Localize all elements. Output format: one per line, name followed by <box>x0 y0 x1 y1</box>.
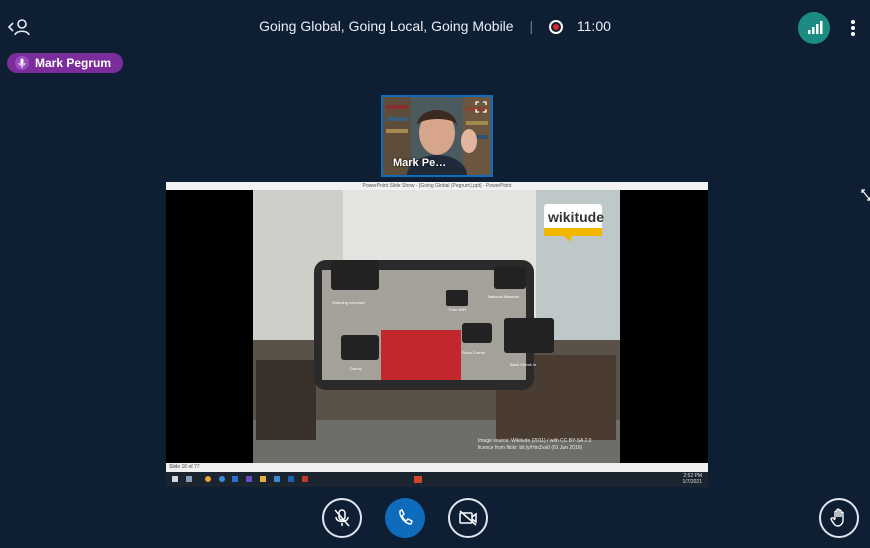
raise-hand-button[interactable] <box>819 498 859 538</box>
hand-icon <box>830 508 844 527</box>
taskbar-clock: 2:52 PM 1/7/2021 <box>683 473 702 485</box>
talker-name: Mark Pegrum <box>35 56 112 70</box>
mic-muted-icon <box>334 509 350 527</box>
taskbar-icons <box>172 476 422 483</box>
meeting-header: Going Global, Going Local, Going Mobile … <box>0 18 870 34</box>
screen-share[interactable]: PowerPoint Slide Show - [Going Global (P… <box>166 182 708 487</box>
slide-image <box>166 190 708 463</box>
caption-line-1: Image source: Wikitude (2011) / with CC … <box>478 438 592 444</box>
title-separator: | <box>529 18 534 34</box>
vertical-dots-icon <box>851 20 855 36</box>
share-camera-button[interactable] <box>448 498 488 538</box>
poi-label-3: Pizza Corner <box>462 350 486 355</box>
powerpoint-statusbar: Slide 16 of 77 <box>166 463 708 472</box>
expand-webcam-icon[interactable] <box>475 101 487 113</box>
phone-icon <box>399 509 413 525</box>
clock-date: 1/7/2021 <box>682 479 702 485</box>
fullscreen-button[interactable] <box>861 188 870 201</box>
leave-audio-button[interactable] <box>385 498 425 538</box>
windows-taskbar: 2:52 PM 1/7/2021 <box>166 472 708 487</box>
top-bar: Going Global, Going Local, Going Mobile … <box>0 0 870 56</box>
slide-counter: Slide 16 of 77 <box>169 464 200 470</box>
caption-line-2: licence from flickr: bit.ly/HmZva0 (01 J… <box>478 445 583 451</box>
connection-status-button[interactable] <box>798 12 830 44</box>
poi-label-2: Free WiFi <box>449 307 467 312</box>
mic-icon <box>15 56 29 70</box>
mute-button[interactable] <box>322 498 362 538</box>
expand-icon <box>861 189 870 201</box>
more-options-button[interactable] <box>845 14 861 42</box>
poi-label-0: Stunning overview <box>332 300 365 305</box>
brand-label: wikitude <box>547 209 604 225</box>
signal-bars-icon <box>808 21 823 34</box>
recording-icon[interactable] <box>549 20 563 34</box>
poi-label-1: National Museum <box>488 294 520 299</box>
meeting-title: Going Global, Going Local, Going Mobile <box>259 18 514 34</box>
webcam-name: Mark Pe… <box>393 157 447 169</box>
webcam-tile[interactable]: Mark Pe… <box>381 95 493 177</box>
poi-label-5: Dandy <box>350 366 362 371</box>
slide-caption: Image source: Wikitude (2011) / with CC … <box>478 438 591 452</box>
camera-off-icon <box>459 510 477 526</box>
poi-label-4: Bank Check In <box>510 362 537 367</box>
powerpoint-titlebar: PowerPoint Slide Show - [Going Global (P… <box>166 182 708 190</box>
talking-indicator[interactable]: Mark Pegrum <box>7 53 124 73</box>
recording-time: 11:00 <box>576 18 611 34</box>
